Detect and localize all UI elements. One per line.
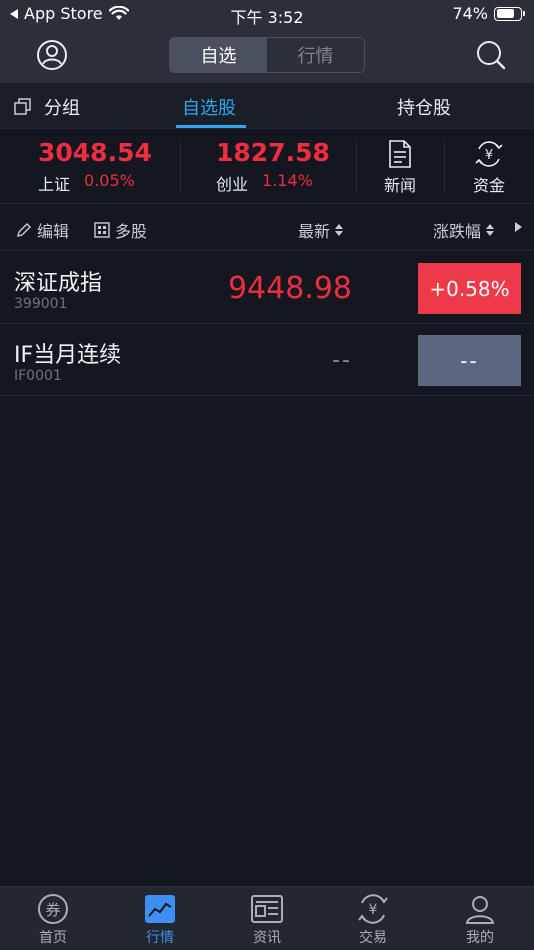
grid-icon [94, 222, 110, 238]
multi-stock-button[interactable]: 多股 [94, 218, 147, 242]
tab-holdings[interactable]: 持仓股 [397, 94, 451, 120]
bottom-tab-trade[interactable]: ¥ 交易 [338, 893, 408, 947]
funds-button[interactable]: ¥ 资金 [459, 140, 519, 196]
bottom-tab-mine[interactable]: 我的 [445, 893, 515, 947]
sort-arrows-icon [486, 224, 495, 236]
chart-icon [145, 895, 175, 923]
battery-icon [494, 6, 525, 21]
battery-percent: 74% [452, 4, 488, 23]
active-tab-underline [176, 125, 246, 128]
svg-text:券: 券 [45, 901, 60, 919]
document-icon [389, 140, 411, 168]
sort-change-button[interactable]: 涨跌幅 [433, 218, 495, 242]
bottom-tab-label: 行情 [146, 930, 174, 946]
news-button[interactable]: 新闻 [370, 140, 430, 196]
stock-price: 9448.98 [227, 271, 352, 306]
index-value: 3048.54 [38, 138, 152, 167]
stock-price: -- [332, 348, 352, 373]
sort-change-label: 涨跌幅 [433, 222, 482, 241]
yen-cycle-icon: ¥ [358, 894, 388, 924]
divider [356, 140, 357, 194]
sort-latest-button[interactable]: 最新 [298, 218, 344, 242]
sort-latest-label: 最新 [298, 222, 331, 241]
sort-arrows-icon [335, 224, 344, 236]
stock-code: IF0001 [14, 368, 62, 384]
stock-name: IF当月连续 [14, 343, 122, 368]
divider [444, 140, 445, 194]
index-value: 1827.58 [216, 138, 330, 167]
group-tab[interactable]: 分组 [14, 94, 80, 120]
search-icon[interactable] [474, 38, 508, 72]
bottom-tab-label: 交易 [359, 930, 387, 946]
divider [180, 140, 181, 194]
list-toolbar: 编辑 多股 最新 涨跌幅 [0, 205, 534, 251]
watchlist-tab-row: 分组 自选股 持仓股 [0, 83, 534, 129]
stock-name: 深证成指 [14, 271, 103, 296]
index-shanghai[interactable]: 3048.54 上证 0.05% [38, 138, 152, 195]
bottom-tab-home[interactable]: 券 首页 [18, 893, 88, 947]
edit-button[interactable]: 编辑 [16, 218, 69, 242]
bottom-tab-label: 资讯 [253, 930, 281, 946]
funds-button-label: 资金 [472, 176, 505, 195]
index-summary-row: 3048.54 上证 0.05% 1827.58 创业 1.14% 新闻 ¥ 资… [0, 130, 534, 204]
change-badge[interactable]: +0.58% [418, 263, 521, 314]
pencil-icon [17, 223, 31, 237]
change-badge[interactable]: -- [418, 335, 521, 386]
yen-cycle-icon: ¥ [475, 141, 503, 167]
svg-text:¥: ¥ [369, 902, 378, 918]
segment-watchlist[interactable]: 自选 [170, 38, 267, 72]
segment-market[interactable]: 行情 [267, 38, 364, 72]
index-name: 创业 [216, 175, 249, 194]
nav-bar: 自选 行情 [0, 28, 534, 83]
bottom-tab-label: 首页 [39, 930, 67, 946]
news-icon [251, 895, 283, 923]
edit-button-label: 编辑 [37, 222, 70, 241]
coupon-icon: 券 [38, 894, 68, 924]
bottom-tab-news[interactable]: 资讯 [232, 893, 302, 947]
index-change: 0.05% [84, 171, 135, 190]
copy-group-icon [14, 98, 31, 115]
svg-text:¥: ¥ [485, 148, 493, 163]
tab-watchlist[interactable]: 自选股 [182, 94, 236, 120]
user-icon [465, 896, 495, 924]
segment-control: 自选 行情 [169, 37, 365, 73]
table-row[interactable]: IF当月连续 IF0001 -- -- [0, 324, 534, 396]
stock-code: 399001 [14, 296, 68, 312]
index-chinext[interactable]: 1827.58 创业 1.14% [216, 138, 330, 195]
table-row[interactable]: 深证成指 399001 9448.98 +0.58% [0, 252, 534, 324]
more-columns-arrow-icon[interactable] [515, 222, 522, 232]
group-tab-label: 分组 [44, 98, 80, 119]
user-profile-icon[interactable] [35, 38, 69, 72]
bottom-tab-label: 我的 [466, 930, 494, 946]
multi-stock-button-label: 多股 [115, 222, 148, 241]
status-bar: App Store 下午 3:52 74% [0, 0, 534, 28]
bottom-tab-bar: 券 首页 行情 资讯 ¥ 交易 我的 [0, 886, 534, 950]
index-change: 1.14% [262, 171, 313, 190]
bottom-tab-market[interactable]: 行情 [125, 893, 195, 947]
index-name: 上证 [38, 175, 71, 194]
news-button-label: 新闻 [383, 176, 416, 195]
